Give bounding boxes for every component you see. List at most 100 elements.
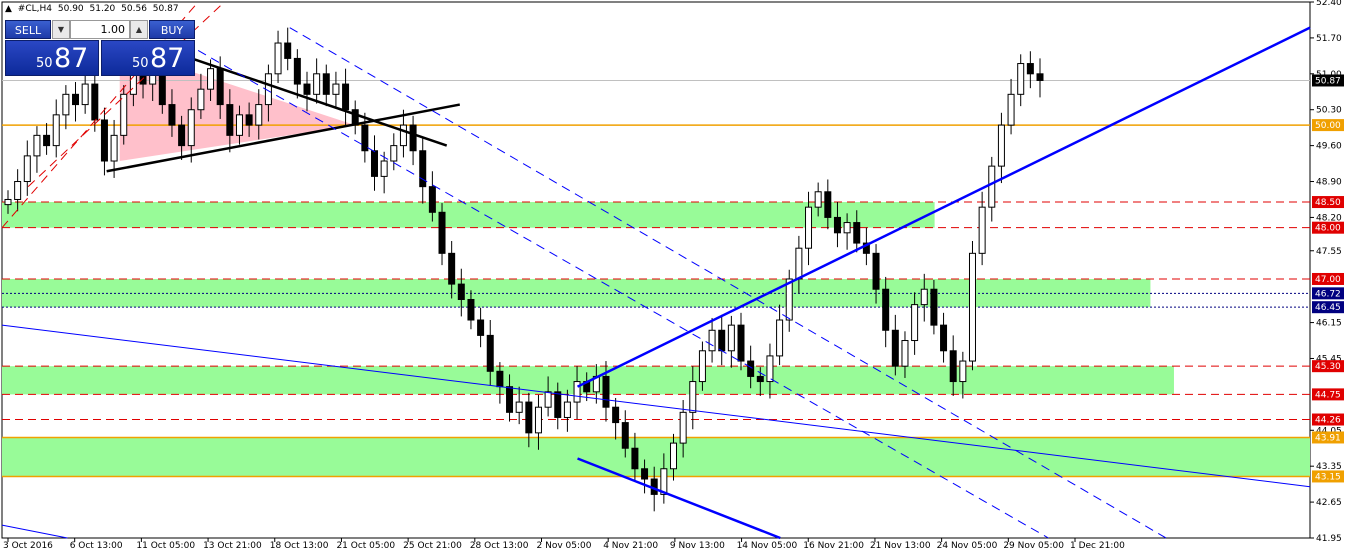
candle-body [409,124,417,152]
buy-button[interactable]: BUY [149,20,195,39]
candle-body [226,104,234,136]
lots-input[interactable]: 1.00 [70,20,130,39]
candle-body [477,319,485,336]
candle-body [1036,73,1044,81]
symbol-label: #CL,H4 [17,4,52,14]
candle-body [486,334,494,372]
level-label: 45.30 [1315,362,1341,372]
candle-body [448,252,456,285]
candle-body [805,206,813,249]
candle-body [293,57,301,85]
candle-body [602,375,610,408]
candle-body [255,104,263,126]
buy-quote[interactable]: 50 87 [101,40,195,76]
x-tick-label: 13 Oct 21:00 [203,541,262,551]
candle-body [833,216,841,234]
candle-body [342,83,350,111]
candle-body [390,145,398,162]
candle-body [303,83,311,95]
candle-body [100,119,108,162]
x-tick-label: 18 Oct 13:00 [270,541,329,551]
candle-body [457,283,465,300]
y-tick-label: 42.65 [1316,498,1342,508]
y-tick-label: 48.90 [1316,178,1342,188]
candle-body [988,165,996,208]
level-label: 44.75 [1315,390,1341,400]
candle-body [621,422,629,449]
x-tick-label: 28 Oct 13:00 [470,541,529,551]
candle-body [525,401,533,434]
candle-body [698,350,706,383]
chart-window[interactable]: 52.4051.7051.0050.3049.6048.9048.2047.55… [0,0,1350,554]
sell-price-small: 50 [36,56,53,71]
candle-body [178,124,186,147]
candle-body [496,370,504,388]
candle-body [911,304,919,342]
candle-body [506,386,514,413]
candle-body [81,83,89,106]
candle-body [891,329,899,367]
candle-body [669,442,677,470]
price-chart[interactable]: 52.4051.7051.0050.3049.6048.9048.2047.55… [0,0,1350,554]
candle-body [901,340,909,367]
candle-body [612,406,620,424]
x-tick-label: 24 Nov 05:00 [937,541,998,551]
one-click-trading-panel: SELL ▼ 1.00 ▲ BUY 50 87 50 87 [5,20,195,76]
x-tick-label: 14 Nov 05:00 [737,541,798,551]
low-value: 50.56 [121,4,147,14]
candle-body [245,114,253,126]
chart-header: ▲ #CL,H4 50.90 51.20 50.56 50.87 [5,4,182,14]
candle-body [428,186,436,213]
candle-body [284,42,292,59]
x-tick-label: 1 Dec 21:00 [1070,541,1125,551]
triangle-up-icon[interactable]: ▲ [130,20,148,39]
sell-button[interactable]: SELL [5,20,51,39]
x-tick-label: 21 Nov 13:00 [870,541,931,551]
candle-body [563,401,571,418]
candle-body [313,73,321,95]
candle-body [554,391,562,418]
candle-body [52,114,60,147]
level-label: 46.72 [1315,289,1341,299]
x-tick-label: 2 Nov 05:00 [537,541,592,551]
candle-body [544,391,552,408]
sell-quote[interactable]: 50 87 [5,40,99,76]
level-label: 43.15 [1315,472,1341,482]
triangle-up-icon: ▲ [5,4,12,14]
candle-body [882,288,890,331]
candle-body [110,134,118,162]
candle-body [120,93,128,136]
x-tick-label: 29 Nov 05:00 [1003,541,1064,551]
candle-body [23,155,31,183]
candle-body [1007,93,1015,126]
candle-body [718,329,726,352]
y-tick-label: 41.95 [1316,534,1342,544]
x-tick-label: 6 Oct 13:00 [70,541,123,551]
candle-body [235,114,243,136]
bid-label: 50.87 [1315,76,1341,86]
candle-body [689,381,697,413]
candle-body [814,191,822,208]
candle-body [940,324,948,352]
candle-body [708,329,716,352]
candle-body [4,198,12,206]
candle-body [371,150,379,177]
candle-body [968,252,976,362]
candle-body [853,222,861,244]
triangle-down-icon[interactable]: ▼ [52,20,70,39]
candle-body [399,124,407,147]
sell-price-big: 87 [54,43,89,74]
support-resistance-zone [2,437,1310,477]
candle-body [766,355,774,383]
level-label: 48.50 [1315,198,1341,208]
candle-body [727,324,735,352]
buy-price-small: 50 [132,56,149,71]
candle-body [641,468,649,480]
candle-body [920,288,928,306]
candle-body [872,252,880,290]
candle-body [168,104,176,126]
candle-body [187,109,195,147]
y-tick-label: 46.15 [1316,319,1342,329]
level-label: 48.00 [1315,224,1341,234]
x-tick-label: 11 Oct 05:00 [136,541,195,551]
